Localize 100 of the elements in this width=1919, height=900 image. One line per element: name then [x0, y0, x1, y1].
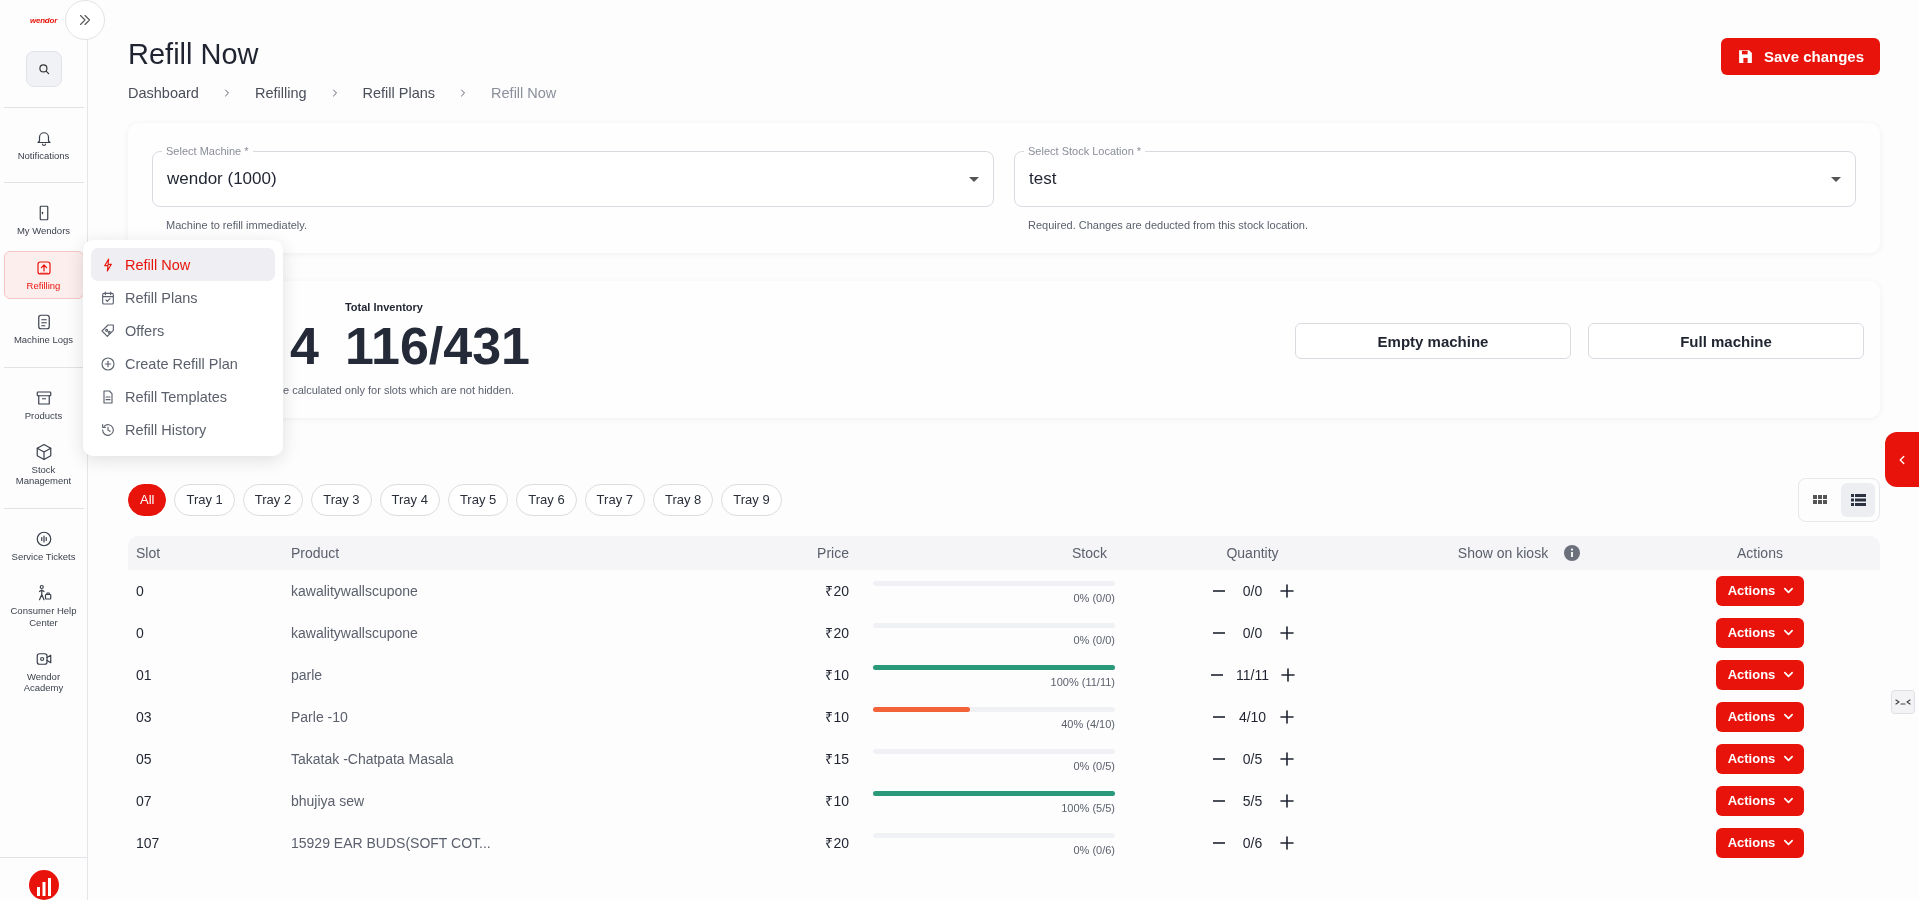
minus-icon	[1211, 715, 1226, 718]
menu-item[interactable]: Offers	[91, 314, 275, 347]
stat-value: 4	[290, 319, 319, 374]
actions-button[interactable]: Actions	[1715, 575, 1805, 606]
price-cell-text: ₹20	[824, 624, 850, 643]
product-cell-text: parle	[290, 666, 324, 683]
helper-text: Required. Changes are deducted from this stock location.	[1028, 219, 1310, 231]
minus-icon	[1211, 757, 1226, 760]
menu-item[interactable]: Refill History	[91, 413, 275, 446]
stock-text: 0% (0/0)	[1072, 634, 1115, 647]
nav-item[interactable]: Stock Management	[3, 434, 84, 495]
quantity-value: 0/5	[1241, 750, 1264, 767]
machine-fill-button[interactable]: Full machine	[1588, 323, 1864, 360]
stat-label: Total Inventory	[344, 301, 424, 315]
quantity-value: 0/0	[1241, 624, 1264, 641]
product-cell-text: Takatak -Chatpata Masala	[290, 750, 455, 767]
stats-note: e calculated only for slots which are not hidden.	[283, 383, 516, 396]
menu-item[interactable]: Refill Plans	[91, 281, 275, 314]
price-cell-text: ₹20	[824, 582, 850, 601]
plus-icon	[1278, 834, 1295, 851]
plus-icon	[1278, 750, 1295, 767]
tray-chip[interactable]: Tray 7	[584, 483, 645, 516]
stock-text: 0% (0/6)	[1072, 844, 1115, 857]
page-title: Refill Now	[128, 38, 260, 71]
tray-chip[interactable]: Tray 1	[174, 483, 235, 516]
increase-button[interactable]	[1277, 623, 1296, 642]
side-panel-toggle[interactable]	[1885, 432, 1919, 487]
product-cell-text: kawalitywallscupone	[290, 582, 419, 599]
plus-icon	[1278, 582, 1295, 599]
breadcrumb-link[interactable]: Refill Plans	[362, 85, 436, 101]
archive-icon	[34, 388, 53, 407]
nav-item[interactable]: Machine Logs	[3, 305, 84, 354]
product-cell-text: kawalitywallscupone	[290, 624, 419, 641]
quantity-value: 11/11	[1236, 666, 1269, 683]
tray-chip[interactable]: Tray 3	[311, 483, 372, 516]
increase-button[interactable]	[1277, 791, 1296, 810]
logo-text: wendor	[29, 16, 58, 25]
menu-item[interactable]: Create Refill Plan	[91, 347, 275, 380]
tray-chip[interactable]: Tray 9	[721, 483, 782, 516]
tray-chip[interactable]: Tray 8	[652, 483, 714, 516]
quantity-value: 5/5	[1241, 792, 1264, 809]
increase-button[interactable]	[1279, 665, 1297, 684]
price-cell-text: ₹10	[824, 666, 850, 685]
actions-button[interactable]: Actions	[1715, 785, 1805, 816]
column-header: Price	[816, 544, 850, 561]
actions-button[interactable]: Actions	[1715, 701, 1805, 732]
grid-icon	[1813, 495, 1827, 505]
column-header: Product	[290, 544, 341, 561]
increase-button[interactable]	[1277, 581, 1296, 600]
column-header: Show on kiosk	[1456, 544, 1550, 561]
quantity-value: 4/10	[1237, 708, 1268, 725]
actions-button[interactable]: Actions	[1715, 827, 1805, 858]
search-button[interactable]	[25, 51, 62, 87]
document-icon	[100, 388, 116, 405]
tray-chip[interactable]: Tray 6	[516, 483, 577, 516]
plus-circle-icon	[100, 355, 116, 372]
nav-item[interactable]: Refilling	[3, 250, 84, 300]
slot-cell-text: 01	[135, 666, 153, 683]
minus-icon	[1211, 799, 1226, 802]
stock-text: 0% (0/0)	[1072, 592, 1115, 605]
actions-button[interactable]: Actions	[1715, 659, 1805, 690]
nav-item[interactable]: Service Tickets	[3, 521, 84, 571]
slot-cell-text: 107	[135, 834, 161, 851]
minus-icon	[1210, 673, 1224, 676]
stock-text: 0% (0/5)	[1072, 760, 1115, 773]
breadcrumb-current: Refill Now	[491, 85, 557, 101]
tag-icon	[100, 322, 116, 339]
menu-item[interactable]: Refill Now	[91, 248, 275, 281]
dropdown-arrow-icon	[969, 176, 979, 182]
machine-fill-button[interactable]: Empty machine	[1295, 323, 1571, 360]
history-icon	[100, 421, 116, 438]
product-cell-text: 15929 EAR BUDS(SOFT COT...	[290, 834, 492, 851]
list-view-button[interactable]	[1841, 482, 1875, 517]
tray-chip[interactable]: Tray 4	[379, 483, 440, 516]
nav-item[interactable]: Notifications	[3, 121, 84, 170]
minus-icon	[1211, 589, 1226, 592]
actions-button[interactable]: Actions	[1715, 743, 1805, 774]
nav-item[interactable]: Wendor Academy	[3, 641, 84, 702]
nav-item[interactable]: Consumer Help Center	[3, 576, 84, 636]
nav-item[interactable]: Products	[3, 380, 84, 429]
breadcrumb-link[interactable]: Dashboard	[128, 85, 199, 101]
tray-chip[interactable]: Tray 2	[242, 483, 304, 516]
product-cell-text: Parle -10	[290, 708, 349, 725]
increase-button[interactable]	[1277, 707, 1296, 726]
tray-chip[interactable]: Tray 5	[447, 483, 509, 516]
slot-cell-text: 05	[135, 750, 153, 767]
breadcrumb-link[interactable]: Refilling	[254, 85, 307, 101]
save-button[interactable]: Save changes	[1720, 38, 1880, 75]
tray-chip[interactable]: All	[128, 483, 167, 516]
increase-button[interactable]	[1277, 833, 1296, 852]
minus-icon	[1211, 841, 1226, 844]
increase-button[interactable]	[1277, 749, 1296, 768]
upload-icon	[34, 258, 53, 277]
column-header: Stock	[1071, 544, 1108, 561]
nav-item[interactable]: My Wendors	[3, 196, 84, 245]
price-cell-text: ₹10	[824, 708, 850, 727]
menu-item[interactable]: Refill Templates	[91, 380, 275, 413]
actions-button[interactable]: Actions	[1715, 617, 1805, 648]
slot-cell-text: 03	[135, 708, 153, 725]
stock-text: 100% (5/5)	[1060, 802, 1115, 815]
